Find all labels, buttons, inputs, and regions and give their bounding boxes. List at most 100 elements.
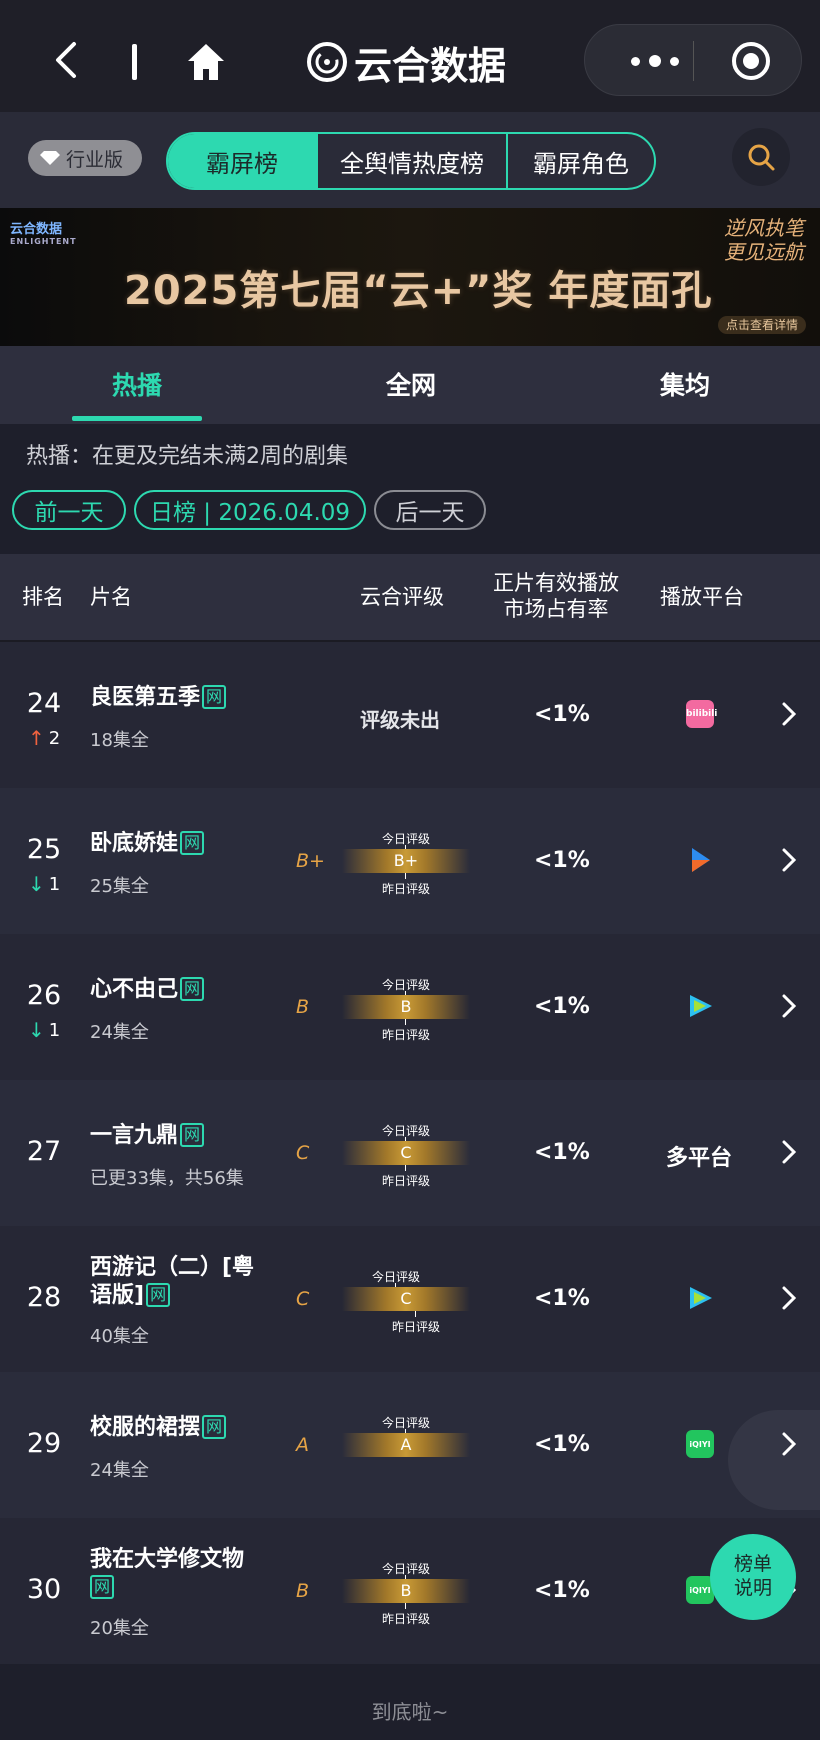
prev-day-button[interactable]: 前一天 <box>12 490 126 530</box>
grade-letter: A <box>296 1434 309 1456</box>
tencent-video-icon <box>690 1287 712 1309</box>
grade-yesterday-label: 昨日评级 <box>366 1603 446 1627</box>
rank-up-icon: ↑ <box>28 726 45 750</box>
online-badge: 网 <box>202 1415 227 1439</box>
rank-change: ↓ 1 <box>28 872 60 896</box>
banner-logo-sub: ENLIGHTENT <box>10 237 77 246</box>
banner-cta[interactable]: 点击查看详情 <box>718 316 807 334</box>
grade-letter: C <box>296 1142 310 1164</box>
rank-change: ↑ 2 <box>28 726 60 750</box>
mini-program-close-icon[interactable] <box>729 39 773 83</box>
rank-change: ↓ 1 <box>28 1018 60 1042</box>
app-logo-icon <box>307 42 347 82</box>
show-title-line1: 西游记（二）[粤 <box>90 1255 255 1280</box>
grade-letter: B <box>296 1580 310 1602</box>
active-tab-indicator <box>72 416 202 421</box>
header-title: 片名 <box>90 585 132 609</box>
chevron-right-icon[interactable] <box>780 992 798 1020</box>
next-day-button[interactable]: 后一天 <box>374 490 486 530</box>
episode-status: 24集全 <box>90 1022 149 1043</box>
rank-number: 28 <box>26 1282 62 1313</box>
rank-number: 25 <box>26 834 62 865</box>
grade-today-label: 今日评级 <box>366 976 446 997</box>
more-dot <box>670 56 679 66</box>
search-button[interactable] <box>732 128 790 186</box>
top-nav-bar: 云合数据 <box>0 0 820 112</box>
market-share: <1% <box>534 994 590 1019</box>
tab-hot-broadcast[interactable]: 热播 <box>112 366 162 402</box>
rank-change-value: 2 <box>48 727 61 749</box>
grade-bar: B <box>342 1579 470 1603</box>
show-title-text: 我在大学修文物 <box>90 1547 245 1572</box>
app-title-text: 云合数据 <box>354 43 507 88</box>
table-row[interactable]: 29 校服的裙摆网 24集全 A 今日评级 A <1% iQIYI <box>0 1372 820 1518</box>
market-share: <1% <box>534 1578 590 1603</box>
episode-status: 已更33集，共56集 <box>90 1168 244 1189</box>
grade-today-label: 今日评级 <box>366 830 446 851</box>
segment-dominant-roles[interactable]: 霸屏角色 <box>508 134 654 188</box>
episode-status: 40集全 <box>90 1326 149 1347</box>
header-grade: 云合评级 <box>360 585 444 609</box>
chevron-right-icon[interactable] <box>780 700 798 728</box>
show-title-line2: 语版] <box>90 1283 145 1308</box>
list-description: 热播：在更及完结未满2周的剧集 <box>26 444 348 469</box>
market-share: <1% <box>534 1432 590 1457</box>
grade-bar: C <box>342 1287 470 1311</box>
online-badge: 网 <box>180 1123 205 1147</box>
grade-today-label: 今日评级 <box>366 1560 446 1581</box>
youku-icon <box>692 848 710 872</box>
grade-today-label: 今日评级 <box>366 1122 446 1143</box>
show-title-text: 心不由己 <box>90 977 179 1002</box>
online-badge: 网 <box>180 831 205 855</box>
bilibili-icon: bilibili <box>686 700 718 728</box>
floating-side-handle[interactable] <box>728 1410 820 1510</box>
date-selector[interactable]: 日榜 | 2026.04.09 <box>134 490 366 530</box>
episode-status: 20集全 <box>90 1618 149 1639</box>
home-icon[interactable] <box>184 40 228 84</box>
bilibili-logo-text: bilibili <box>686 709 718 719</box>
grade-bar: B+ <box>342 849 470 873</box>
show-title-text: 卧底娇娃 <box>90 831 179 856</box>
table-row[interactable]: 28 西游记（二）[粤 语版] 网 40集全 C 今日评级 C 昨日评级 <1% <box>0 1226 820 1372</box>
show-title: 我在大学修文物 网 <box>90 1546 280 1602</box>
chevron-right-icon[interactable] <box>780 1284 798 1312</box>
header-market-share-line2: 市场占有率 <box>503 597 609 621</box>
tab-episode-average[interactable]: 集均 <box>660 366 710 402</box>
show-title: 校服的裙摆网 <box>90 1414 280 1442</box>
industry-edition-button[interactable]: 行业版 <box>28 140 142 176</box>
ranking-type-bar: 行业版 霸屏榜 全舆情热度榜 霸屏角色 <box>0 112 820 208</box>
grade-letter: C <box>296 1288 310 1310</box>
end-of-list-text: 到底啦~ <box>371 1700 449 1724</box>
grade-today-label: 今日评级 <box>356 1268 436 1289</box>
segment-public-opinion-heat[interactable]: 全舆情热度榜 <box>318 134 508 188</box>
tab-all-network[interactable]: 全网 <box>386 366 436 402</box>
table-row[interactable]: 25 ↓ 1 卧底娇娃网 25集全 B+ 今日评级 B+ 昨日评级 <1% <box>0 788 820 934</box>
online-badge: 网 <box>180 977 205 1001</box>
chevron-right-icon[interactable] <box>780 846 798 874</box>
mini-program-capsule <box>584 24 802 96</box>
more-icon[interactable] <box>615 47 695 75</box>
market-share: <1% <box>534 848 590 873</box>
multi-platform-text: 多平台 <box>666 1146 733 1171</box>
grade-bar: B <box>342 995 470 1019</box>
promo-banner[interactable]: 云合数据 ENLIGHTENT 2025第七届“云+”奖 年度面孔 逆风执笔 更… <box>0 208 820 346</box>
segment-dominant-screen[interactable]: 霸屏榜 <box>168 134 318 188</box>
grade-yesterday-label: 昨日评级 <box>376 1311 456 1335</box>
rank-number: 26 <box>26 980 62 1011</box>
category-tabs: 热播 全网 集均 <box>0 346 820 424</box>
ranking-info-button[interactable]: 榜单 说明 <box>710 1534 796 1620</box>
table-row[interactable]: 26 ↓ 1 心不由己网 24集全 B 今日评级 B 昨日评级 <1% <box>0 934 820 1080</box>
chevron-right-icon[interactable] <box>780 1138 798 1166</box>
rank-number: 29 <box>26 1428 62 1459</box>
online-badge: 网 <box>202 685 227 709</box>
table-row[interactable]: 27 一言九鼎网 已更33集，共56集 C 今日评级 C 昨日评级 <1% 多平… <box>0 1080 820 1226</box>
rank-change-value: 1 <box>48 1019 61 1041</box>
grade-yesterday-label: 昨日评级 <box>366 1019 446 1043</box>
market-share: <1% <box>534 1286 590 1311</box>
back-icon[interactable] <box>48 40 88 80</box>
banner-logo: 云合数据 ENLIGHTENT <box>10 218 77 246</box>
episode-status: 24集全 <box>90 1460 149 1481</box>
table-row[interactable]: 24 ↑ 2 良医第五季网 18集全 评级未出 <1% bilibili <box>0 642 820 788</box>
table-row[interactable]: 30 我在大学修文物 网 20集全 B 今日评级 B 昨日评级 <1% iQIY… <box>0 1518 820 1664</box>
online-badge: 网 <box>146 1283 171 1307</box>
